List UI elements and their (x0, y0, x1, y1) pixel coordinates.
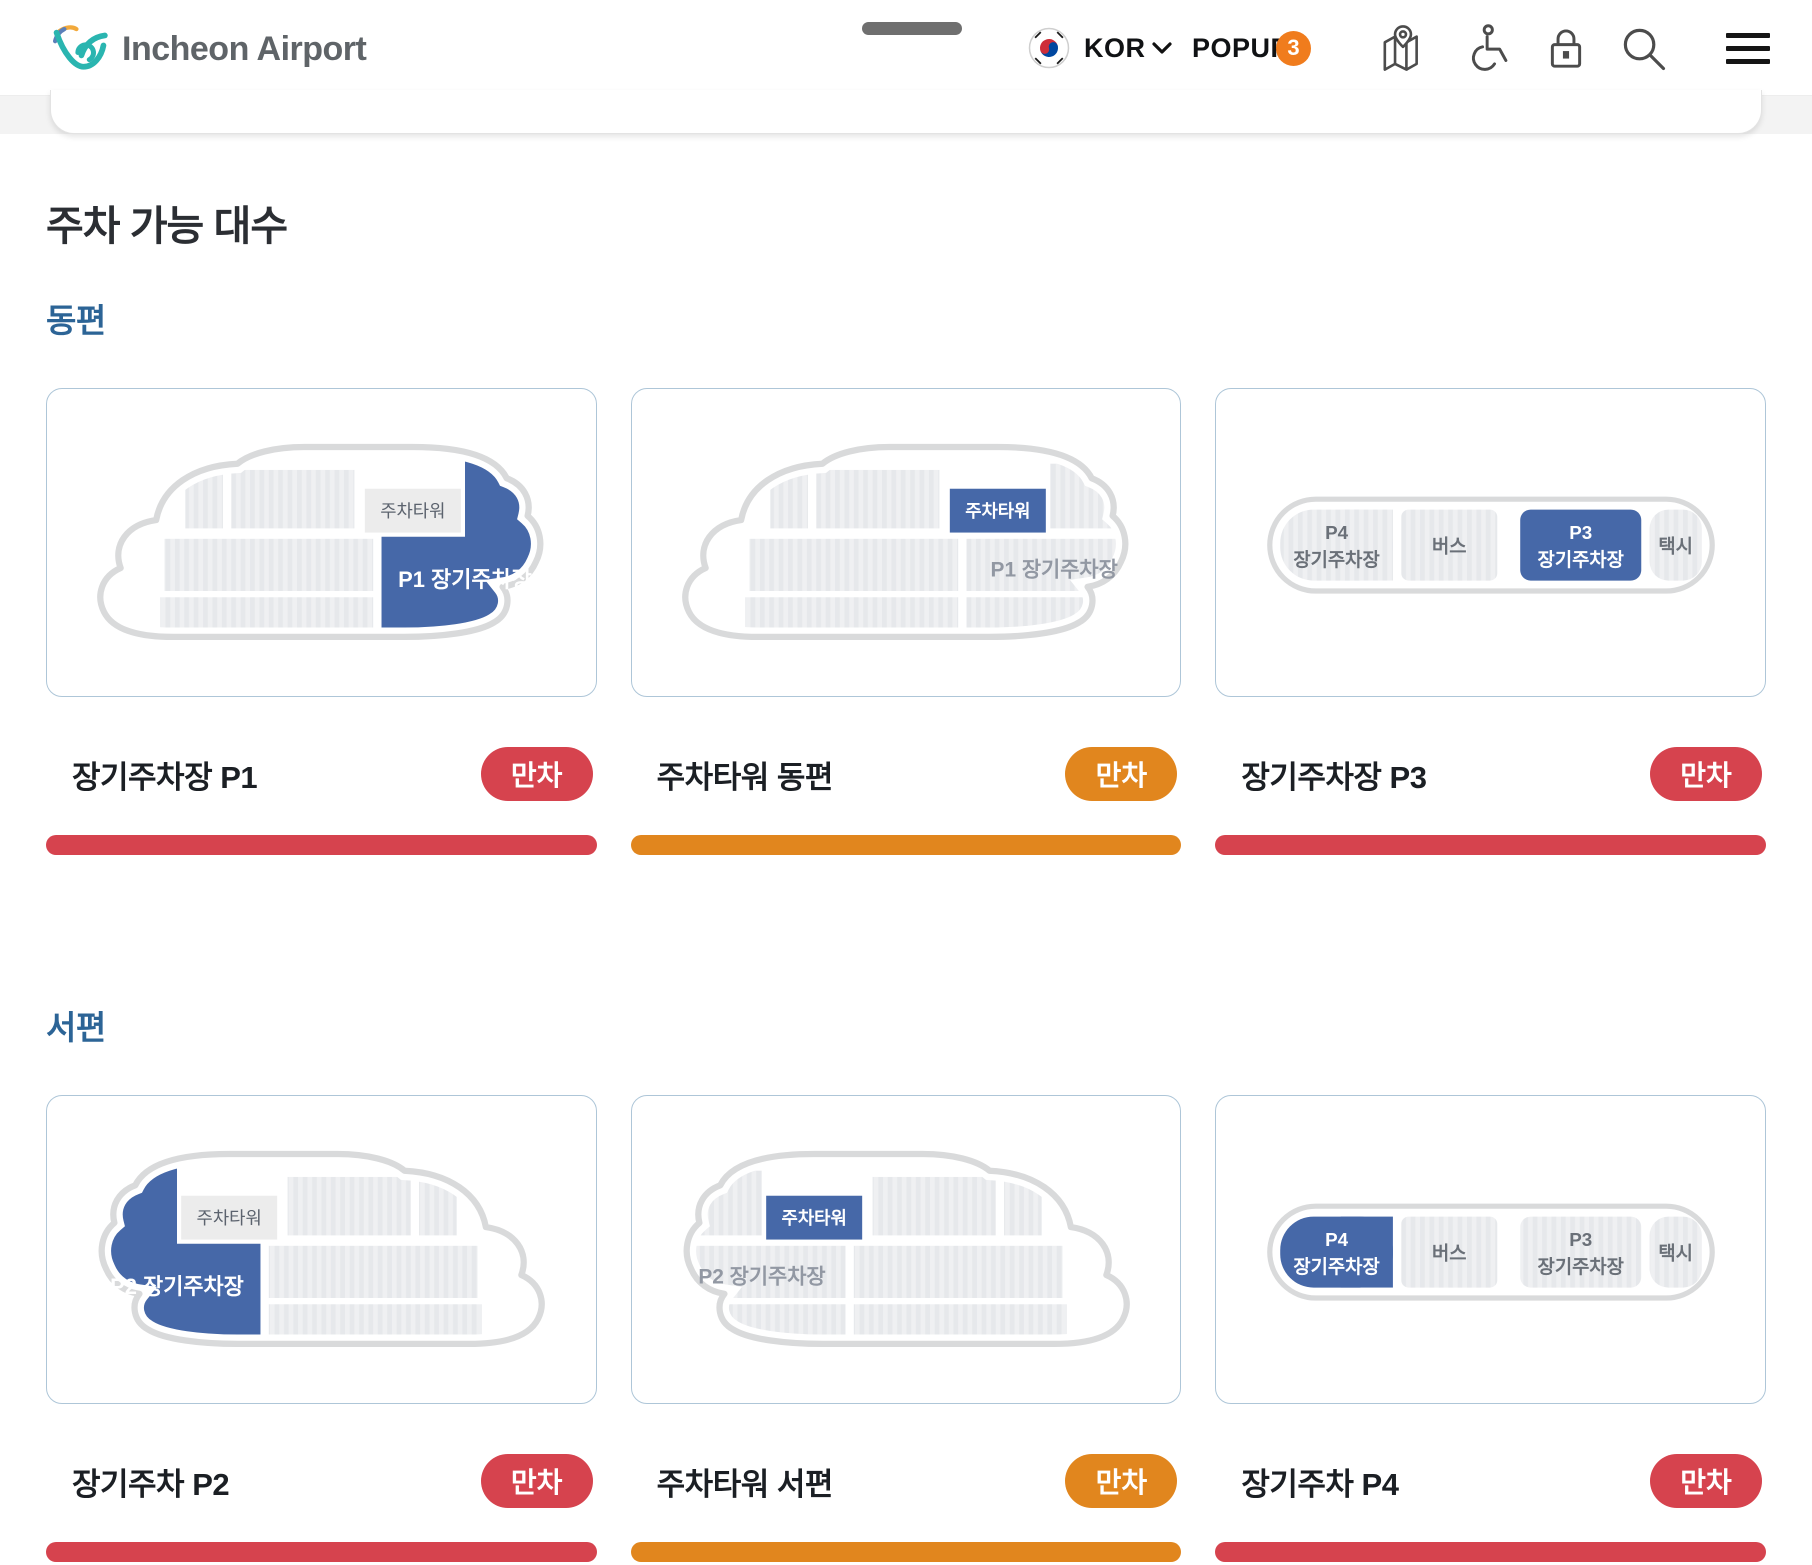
svg-text:주차타워: 주차타워 (782, 1206, 847, 1227)
lot-label-row: 장기주차장 P1 만차 (46, 747, 597, 801)
lot-label-row: 장기주차장 P3 만차 (1215, 747, 1766, 801)
header: Incheon Airport KOR POPUP 3 (0, 0, 1812, 96)
korea-flag-icon[interactable] (1028, 0, 1070, 96)
lot-name: 장기주차 P2 (72, 1459, 229, 1504)
parking-map-p4: P4 장기주차장 버스 P3 장기주차장 택시 (1251, 1135, 1731, 1365)
west-card-grid: 주차타워 P2 장기주차장 주차타워 P (46, 1095, 1766, 1404)
occupancy-bar (46, 1542, 597, 1562)
svg-text:장기주차장: 장기주차장 (1537, 1255, 1623, 1276)
parking-map-card-p2[interactable]: 주차타워 P2 장기주차장 (46, 1095, 597, 1404)
east-card-grid: 주차타워 P1 장기주차장 주차타워 P1 장기주차장 (46, 388, 1766, 697)
language-selector[interactable]: KOR (1084, 0, 1146, 96)
wheelchair-icon[interactable] (1462, 0, 1510, 96)
drag-handle (862, 22, 962, 35)
status-badge: 만차 (1650, 1454, 1762, 1508)
west-bar-grid (46, 1542, 1766, 1562)
parking-map-p2: 주차타워 P2 장기주차장 (81, 1135, 561, 1365)
lot-name: 장기주차 P4 (1241, 1459, 1398, 1504)
parking-map-card-tower-west[interactable]: 주차타워 P2 장기주차장 (631, 1095, 1182, 1404)
svg-text:택시: 택시 (1658, 535, 1693, 556)
svg-text:장기주차장: 장기주차장 (1293, 1255, 1379, 1276)
parking-map-card-p4[interactable]: P4 장기주차장 버스 P3 장기주차장 택시 (1215, 1095, 1766, 1404)
svg-text:주차타워: 주차타워 (965, 499, 1030, 520)
status-badge: 만차 (481, 747, 593, 801)
popup-count-badge: 3 (1276, 0, 1311, 96)
svg-text:택시: 택시 (1658, 1242, 1693, 1263)
lot-label-row: 주차타워 서편 만차 (631, 1454, 1182, 1508)
parking-map-card-tower-east[interactable]: 주차타워 P1 장기주차장 (631, 388, 1182, 697)
section-heading-east: 동편 (46, 294, 1766, 342)
lot-label-row: 장기주차 P4 만차 (1215, 1454, 1766, 1508)
top-strip (0, 96, 1812, 134)
parking-map-p1: 주차타워 P1 장기주차장 (81, 428, 561, 658)
east-bar-grid (46, 835, 1766, 855)
west-label-grid: 장기주차 P2 만차 주차타워 서편 만차 장기주차 P4 만차 (46, 1454, 1766, 1508)
svg-text:P3: P3 (1569, 521, 1592, 542)
svg-text:P2 장기주차장: P2 장기주차장 (111, 1273, 245, 1298)
parking-map-p3: P4 장기주차장 버스 P3 장기주차장 택시 (1251, 428, 1731, 658)
airport-logo-bird-icon (48, 22, 112, 76)
occupancy-bar (1215, 1542, 1766, 1562)
occupancy-bar (631, 1542, 1182, 1562)
lot-name: 장기주차장 P3 (1241, 752, 1426, 797)
svg-text:주차타워: 주차타워 (197, 1207, 262, 1227)
lot-label-row: 주차타워 동편 만차 (631, 747, 1182, 801)
parking-map-card-p1[interactable]: 주차타워 P1 장기주차장 (46, 388, 597, 697)
map-icon[interactable] (1378, 0, 1428, 96)
parking-map-tower-west: 주차타워 P2 장기주차장 (666, 1135, 1146, 1365)
svg-text:버스: 버스 (1432, 1242, 1467, 1263)
svg-text:장기주차장: 장기주차장 (1293, 548, 1379, 569)
status-badge: 만차 (481, 1454, 593, 1508)
svg-text:P2 장기주차장: P2 장기주차장 (698, 1265, 825, 1288)
east-label-grid: 장기주차장 P1 만차 주차타워 동편 만차 장기주차장 P3 만차 (46, 747, 1766, 801)
section-heading-west: 서편 (46, 1001, 1766, 1049)
svg-text:P1 장기주차장: P1 장기주차장 (991, 558, 1118, 581)
lot-label-row: 장기주차 P2 만차 (46, 1454, 597, 1508)
parking-map-card-p3[interactable]: P4 장기주차장 버스 P3 장기주차장 택시 (1215, 388, 1766, 697)
collapsed-panel-bottom (50, 90, 1762, 134)
svg-text:주차타워: 주차타워 (381, 500, 446, 520)
occupancy-bar (631, 835, 1182, 855)
svg-text:버스: 버스 (1432, 535, 1467, 556)
svg-text:장기주차장: 장기주차장 (1537, 548, 1623, 569)
occupancy-bar (46, 835, 597, 855)
hamburger-menu-icon[interactable] (1726, 0, 1770, 96)
svg-text:P4: P4 (1325, 1228, 1349, 1249)
lot-name: 장기주차장 P1 (72, 752, 257, 797)
svg-text:P1 장기주차장: P1 장기주차장 (398, 566, 532, 591)
popup-button[interactable]: POPUP (1192, 0, 1289, 96)
logo-text: Incheon Airport (122, 30, 366, 69)
svg-text:P4: P4 (1325, 521, 1349, 542)
lot-name: 주차타워 서편 (657, 1459, 833, 1504)
lock-icon[interactable] (1543, 0, 1589, 96)
lot-name: 주차타워 동편 (657, 752, 833, 797)
incheon-airport-logo[interactable]: Incheon Airport (48, 22, 366, 76)
chevron-down-icon[interactable] (1152, 0, 1172, 96)
occupancy-bar (1215, 835, 1766, 855)
main-content: 주차 가능 대수 동편 주차타워 P1 장기주차장 (0, 192, 1812, 1562)
status-badge: 만차 (1065, 747, 1177, 801)
parking-map-tower-east: 주차타워 P1 장기주차장 (666, 428, 1146, 658)
status-badge: 만차 (1065, 1454, 1177, 1508)
page-title: 주차 가능 대수 (46, 192, 1766, 252)
status-badge: 만차 (1650, 747, 1762, 801)
svg-text:P3: P3 (1569, 1228, 1592, 1249)
search-icon[interactable] (1618, 0, 1668, 96)
